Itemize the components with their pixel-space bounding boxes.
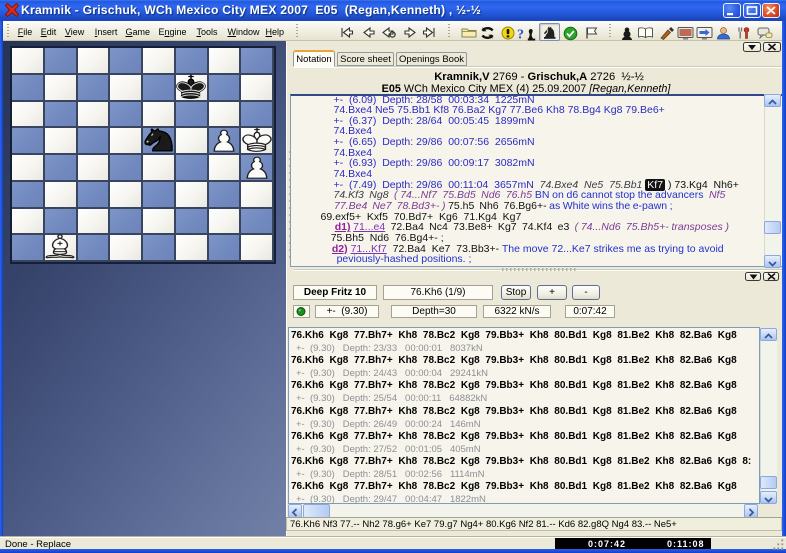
svg-text:?: ? [517,28,524,42]
